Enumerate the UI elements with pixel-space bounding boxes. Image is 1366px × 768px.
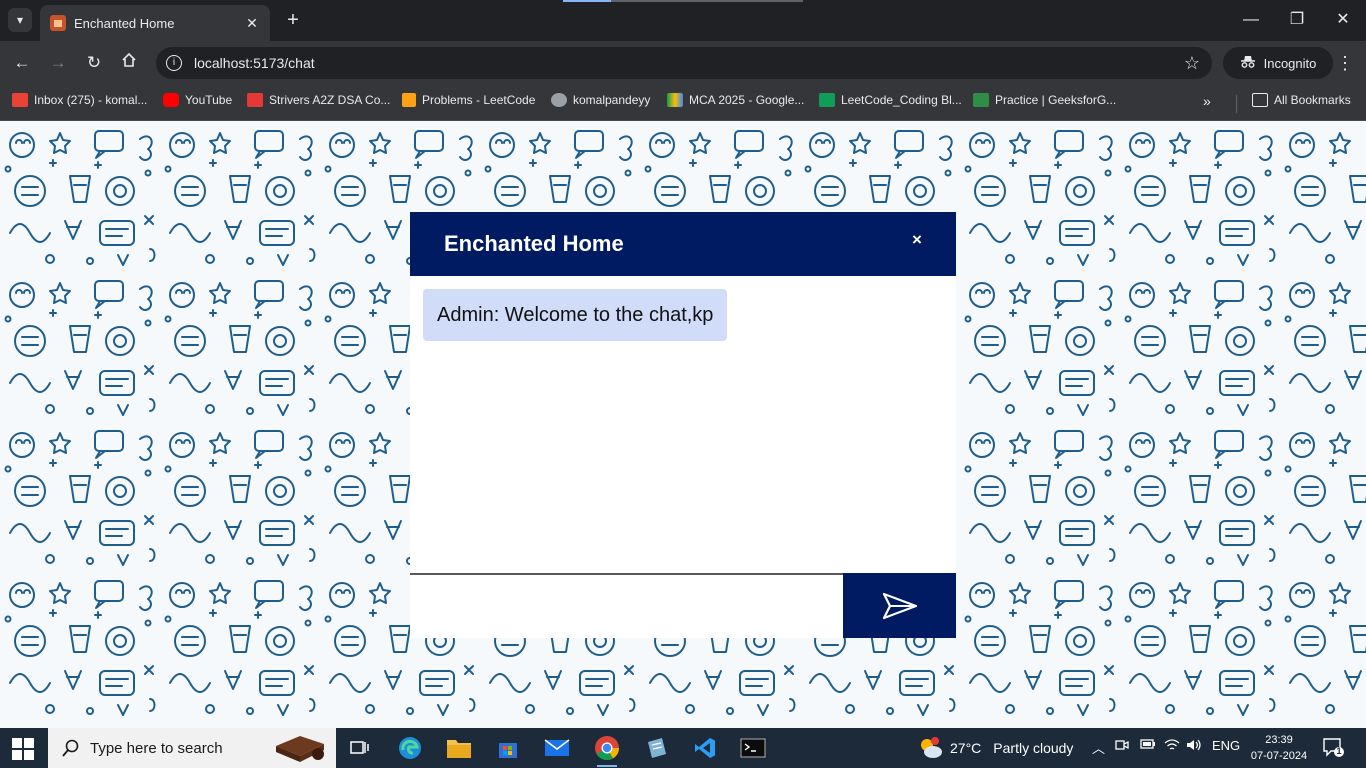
taskbar-clock[interactable]: 23:39 07-07-2024 <box>1250 732 1308 764</box>
youtube-icon <box>163 93 179 107</box>
bookmark-label: komalpandeyy <box>573 93 651 107</box>
windows-taskbar: Type here to search 27°C Partly cloudy ︿… <box>0 728 1366 768</box>
all-bookmarks-label: All Bookmarks <box>1274 93 1351 107</box>
search-highlight-chocolate-icon <box>276 736 324 762</box>
bookmark-item[interactable]: Strivers A2Z DSA Co... <box>247 93 390 107</box>
browser-toolbar: ← → ↻ i localhost:5173/chat ☆ Incognito … <box>0 41 1366 85</box>
wifi-icon[interactable] <box>1164 738 1180 755</box>
bookmark-label: Problems - LeetCode <box>422 93 536 107</box>
github-icon <box>551 93 567 107</box>
file-explorer-icon[interactable] <box>443 732 475 764</box>
chat-close-icon[interactable]: × <box>908 230 926 252</box>
url-text[interactable]: localhost:5173/chat <box>194 55 1184 71</box>
send-button[interactable] <box>843 573 956 638</box>
maximize-button[interactable]: ❐ <box>1274 6 1320 34</box>
chat-title: Enchanted Home <box>444 231 624 256</box>
task-view-icon[interactable] <box>344 732 376 764</box>
folder-icon <box>1252 93 1268 107</box>
bookmark-star-icon[interactable]: ☆ <box>1184 53 1200 74</box>
weather-temp: 27°C <box>950 740 982 756</box>
chat-message: Admin: Welcome to the chat,kp <box>423 289 728 341</box>
language-indicator[interactable]: ENG <box>1212 738 1240 753</box>
reload-icon[interactable]: ↻ <box>81 50 107 76</box>
geeksforgeeks-icon <box>973 93 989 107</box>
google-drive-icon <box>667 93 683 107</box>
gmail-icon <box>12 93 28 107</box>
bookmark-item[interactable]: MCA 2025 - Google... <box>667 93 804 107</box>
back-arrow-icon[interactable]: ← <box>9 50 35 76</box>
loading-progress-bar <box>563 0 803 2</box>
bookmark-item[interactable]: Inbox (275) - komal... <box>12 93 147 107</box>
vscode-icon[interactable] <box>689 732 721 764</box>
terminal-icon[interactable] <box>737 732 769 764</box>
clock-time: 23:39 <box>1265 734 1293 746</box>
tab-close-icon[interactable]: ✕ <box>244 15 260 32</box>
show-hidden-icons-chevron-icon[interactable]: ︿ <box>1092 738 1105 757</box>
minimize-button[interactable]: — <box>1228 6 1274 34</box>
google-sheets-icon <box>819 93 835 107</box>
meet-now-icon[interactable] <box>1115 738 1129 755</box>
tab-title: Enchanted Home <box>74 15 175 31</box>
search-icon <box>62 739 79 757</box>
microsoft-store-icon[interactable] <box>492 732 524 764</box>
bookmark-label: Inbox (275) - komal... <box>34 93 148 107</box>
battery-icon[interactable] <box>1140 738 1156 753</box>
windows-start-icon[interactable] <box>12 738 34 760</box>
menu-kebab-icon[interactable]: ⋮ <box>1336 53 1354 74</box>
bookmark-label: YouTube <box>185 93 233 107</box>
taskbar-search-box[interactable]: Type here to search <box>48 728 336 768</box>
window-close-button[interactable]: ✕ <box>1320 6 1366 34</box>
partly-cloudy-icon <box>921 737 942 758</box>
notification-center-icon[interactable]: 1 <box>1322 736 1344 758</box>
bookmark-item[interactable]: LeetCode_Coding Bl... <box>819 93 962 107</box>
chrome-icon[interactable] <box>591 732 623 767</box>
incognito-icon <box>1240 55 1256 72</box>
bookmark-item[interactable]: YouTube <box>163 93 232 107</box>
new-tab-button[interactable]: + <box>282 8 304 32</box>
taskbar-search-placeholder: Type here to search <box>90 739 223 757</box>
bookmarks-divider <box>1236 95 1237 113</box>
chat-input-row <box>410 573 956 638</box>
more-bookmarks-chevron-icon[interactable]: » <box>1203 93 1211 109</box>
bookmarks-bar: Inbox (275) - komal... YouTube Strivers … <box>0 85 1366 121</box>
volume-icon[interactable] <box>1186 738 1202 755</box>
all-bookmarks-button[interactable]: All Bookmarks <box>1252 93 1351 107</box>
incognito-indicator[interactable]: Incognito <box>1223 47 1333 79</box>
message-input[interactable] <box>410 573 843 638</box>
leetcode-icon <box>402 93 416 107</box>
clock-date: 07-07-2024 <box>1250 750 1308 762</box>
bookmark-label: LeetCode_Coding Bl... <box>841 93 962 107</box>
forward-arrow-icon[interactable]: → <box>45 50 71 76</box>
weather-condition: Partly cloudy <box>993 740 1074 756</box>
tab-strip: ▾ Enchanted Home ✕ + — ❐ ✕ <box>0 0 1366 41</box>
home-icon[interactable] <box>116 50 142 76</box>
notes-app-icon[interactable] <box>640 732 672 764</box>
bookmark-label: Strivers A2Z DSA Co... <box>269 93 391 107</box>
mail-icon[interactable] <box>541 732 573 764</box>
bookmark-label: MCA 2025 - Google... <box>689 93 805 107</box>
page-viewport: Enchanted Home × Admin: Welcome to the c… <box>0 121 1366 728</box>
tuf-icon <box>247 93 263 107</box>
tab-enchanted-home[interactable]: Enchanted Home ✕ <box>40 5 270 41</box>
tab-search-button[interactable]: ▾ <box>8 8 32 32</box>
notification-count: 1 <box>1336 746 1342 756</box>
chat-window: Enchanted Home × Admin: Welcome to the c… <box>410 212 956 638</box>
bookmark-item[interactable]: Problems - LeetCode <box>402 93 535 107</box>
bookmark-item[interactable]: komalpandeyy <box>551 93 650 107</box>
site-info-icon[interactable]: i <box>166 55 182 71</box>
weather-widget[interactable]: 27°C Partly cloudy <box>918 736 1073 760</box>
send-icon <box>882 592 917 619</box>
favicon-icon <box>50 15 66 31</box>
address-bar[interactable]: i localhost:5173/chat ☆ <box>156 47 1212 79</box>
chat-header: Enchanted Home × <box>410 212 956 276</box>
bookmark-item[interactable]: Practice | GeeksforG... <box>973 93 1116 107</box>
incognito-label: Incognito <box>1263 55 1317 71</box>
bookmark-label: Practice | GeeksforG... <box>995 93 1117 107</box>
edge-browser-icon[interactable] <box>394 732 426 764</box>
